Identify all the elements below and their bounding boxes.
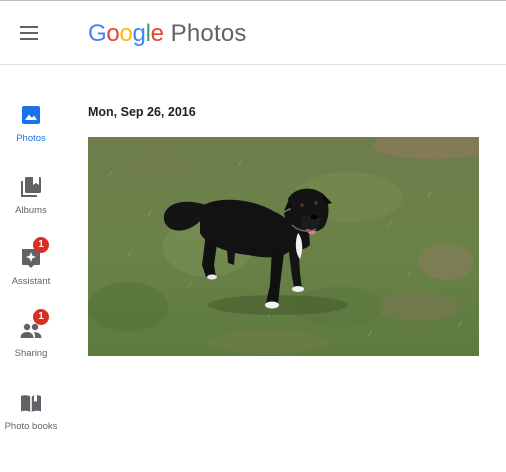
logo-letter: o xyxy=(106,20,120,47)
photo-thumbnail[interactable] xyxy=(88,137,479,356)
side-navigation: Photos Albums 1 Assistant 1 Sharing Phot… xyxy=(0,65,62,472)
sidebar-item-photo-books[interactable]: Photo books xyxy=(0,391,62,432)
sidebar-item-photos[interactable]: Photos xyxy=(0,103,62,144)
photo-icon xyxy=(22,106,40,124)
photo-grid: Mon, Sep 26, 2016 xyxy=(88,65,506,472)
notification-badge: 1 xyxy=(33,309,49,325)
logo-letter: o xyxy=(119,20,133,47)
sidebar-item-albums[interactable]: Albums xyxy=(0,175,62,216)
google-wordmark: Google xyxy=(88,19,164,49)
sidebar-item-assistant[interactable]: 1 Assistant xyxy=(0,237,62,287)
logo-letter: e xyxy=(150,20,164,47)
product-name: Photos xyxy=(170,20,247,47)
app-header: Google Photos xyxy=(0,1,506,65)
main-menu-button[interactable] xyxy=(16,19,44,47)
book-icon xyxy=(21,395,41,412)
sidebar-item-label: Albums xyxy=(15,205,47,216)
dog-photo-image xyxy=(88,137,479,356)
google-photos-page: Google Photos Photos Albums 1 Assistant … xyxy=(0,0,506,472)
product-logo[interactable]: Google Photos xyxy=(88,19,247,49)
sidebar-item-label: Assistant xyxy=(11,276,51,287)
album-icon xyxy=(21,177,41,197)
sidebar-item-sharing[interactable]: 1 Sharing xyxy=(0,309,62,359)
logo-letter: G xyxy=(88,20,107,47)
hamburger-menu-icon xyxy=(20,26,38,40)
sidebar-item-label: Photo books xyxy=(4,421,58,432)
sidebar-item-label: Photos xyxy=(16,133,46,144)
date-heading: Mon, Sep 26, 2016 xyxy=(88,105,196,119)
notification-badge: 1 xyxy=(33,237,49,253)
logo-letter: g xyxy=(132,20,146,47)
sidebar-item-label: Sharing xyxy=(14,348,48,359)
